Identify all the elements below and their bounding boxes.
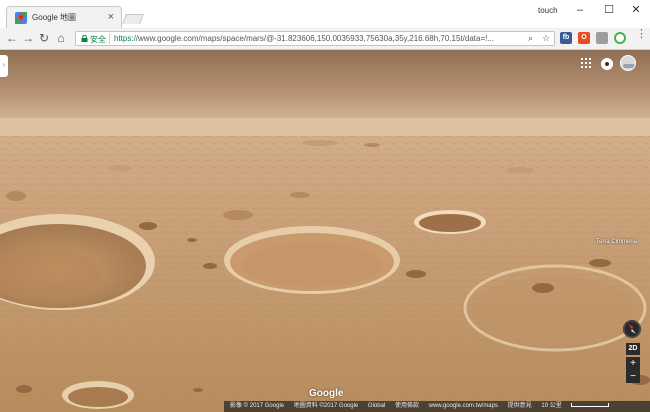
secure-label: 安全	[90, 35, 106, 44]
forward-icon[interactable]: →	[21, 31, 35, 45]
zoom-in-button[interactable]: +	[626, 357, 640, 370]
address-separator	[109, 34, 110, 44]
url-text[interactable]: https://www.google.com/maps/space/mars/@…	[114, 34, 514, 43]
minimize-icon[interactable]: –	[572, 3, 588, 17]
tab-google-maps[interactable]: Google 地圖 ×	[6, 6, 122, 28]
zoom-out-button[interactable]: −	[626, 370, 640, 383]
home-icon[interactable]: ⌂	[54, 31, 68, 45]
side-panel-toggle[interactable]: ›	[0, 55, 8, 77]
title-bar: Google 地圖 × touch – ☐ ✕	[0, 0, 650, 28]
tab-close-icon[interactable]: ×	[108, 10, 114, 24]
global-link[interactable]: Global	[368, 403, 385, 409]
maps-url-link[interactable]: www.google.com.tw/maps	[429, 403, 498, 409]
map-footer: 影像 © 2017 Google 地圖資料 ©2017 Google Globa…	[224, 401, 650, 412]
bookmark-star-icon[interactable]: ☆	[542, 33, 550, 44]
apps-grid-icon[interactable]	[581, 58, 591, 68]
feedback-link[interactable]: 提供意見	[508, 403, 532, 409]
imagery-credit: 影像 © 2017 Google	[230, 403, 285, 409]
reload-icon[interactable]: ↻	[37, 31, 51, 45]
mars-3d-view[interactable]: › Terra Cimmeria 2D + − Google 影像 © 2017…	[0, 50, 650, 412]
place-label[interactable]: Terra Cimmeria	[596, 239, 637, 245]
google-maps-favicon-icon	[15, 12, 27, 24]
profile-name[interactable]: touch	[538, 6, 558, 15]
compass-icon[interactable]	[623, 320, 641, 338]
url-path: www.google.com/maps/space/mars/@-31.8236…	[138, 34, 495, 43]
notifications-icon[interactable]	[601, 58, 613, 70]
lock-icon	[81, 35, 88, 42]
zoom-control: + −	[626, 357, 640, 383]
gray-extension-icon[interactable]	[596, 32, 608, 44]
search-icon[interactable]: ⌕	[528, 33, 533, 44]
toggle-2d-button[interactable]: 2D	[626, 343, 640, 355]
url-scheme: https://	[114, 34, 139, 43]
avatar[interactable]	[620, 55, 636, 71]
terms-link[interactable]: 使用條款	[395, 403, 419, 409]
maximize-icon[interactable]: ☐	[601, 3, 617, 17]
browser-menu-icon[interactable]: ⋮	[636, 29, 647, 40]
tab-title: Google 地圖	[32, 13, 77, 22]
back-icon[interactable]: ←	[5, 31, 19, 45]
chrome-extension-icon[interactable]	[614, 32, 626, 44]
browser-toolbar: ← → ↻ ⌂ 安全 https://www.google.com/maps/s…	[0, 28, 650, 50]
scale-bar	[571, 403, 610, 408]
scale-label[interactable]: 10 公里	[541, 403, 561, 409]
office-extension-icon[interactable]: O	[578, 32, 590, 44]
new-tab-button[interactable]	[122, 14, 144, 24]
mars-terrain[interactable]	[0, 50, 650, 412]
address-bar[interactable]: 安全 https://www.google.com/maps/space/mar…	[75, 31, 555, 46]
fb-extension-icon[interactable]: fb	[560, 32, 572, 44]
map-data-credit: 地圖資料 ©2017 Google	[293, 403, 359, 409]
google-logo: Google	[309, 388, 344, 399]
close-window-icon[interactable]: ✕	[628, 3, 644, 17]
